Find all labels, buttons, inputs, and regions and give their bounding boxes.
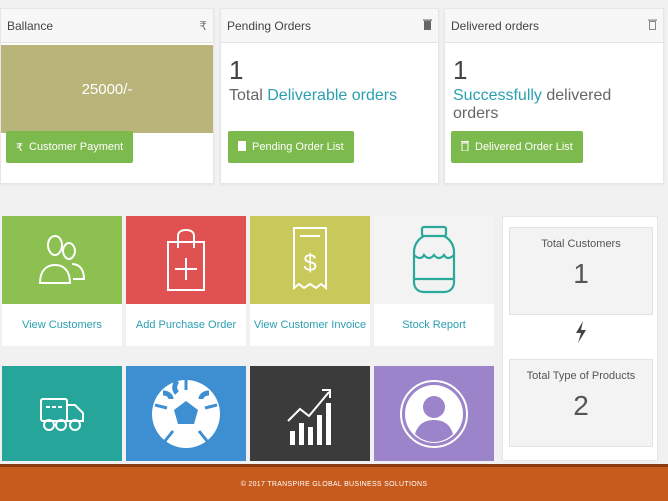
pending-accent: Deliverable orders xyxy=(267,87,398,104)
truck-icon xyxy=(40,397,84,431)
pending-order-list-label: Pending Order List xyxy=(252,141,344,153)
tile-delivery[interactable] xyxy=(2,366,122,461)
trash-icon xyxy=(648,19,657,33)
file-icon xyxy=(238,140,246,154)
tile-sports-color xyxy=(126,366,246,461)
soccer-ball-icon xyxy=(152,379,220,448)
total-products-box: Total Type of Products 2 xyxy=(509,359,653,447)
trash-icon xyxy=(461,140,469,154)
stats-panel: Total Customers 1 Total Type of Products… xyxy=(502,216,658,461)
delivered-orders-card: Delivered orders 1 Successfully delivere… xyxy=(444,8,664,184)
pending-card-header: Pending Orders xyxy=(221,9,438,43)
tile-view-customers-label: View Customers xyxy=(22,319,102,331)
tile-add-purchase-order-color xyxy=(126,216,246,304)
users-icon xyxy=(38,234,86,284)
total-customers-title: Total Customers xyxy=(541,238,621,250)
total-products-title: Total Type of Products xyxy=(526,370,636,382)
balance-amount: 25000/- xyxy=(81,80,133,98)
delivered-card-body: 1 Successfully delivered orders xyxy=(445,43,663,135)
pending-count: 1 xyxy=(229,55,244,85)
pending-order-list-button[interactable]: Pending Order List xyxy=(228,131,354,163)
delivered-count: 1 xyxy=(453,55,468,85)
user-icon xyxy=(400,379,468,448)
delivered-card-header: Delivered orders xyxy=(445,9,663,43)
invoice-icon: $ xyxy=(293,227,327,291)
svg-text:$: $ xyxy=(303,250,316,277)
bar-chart-icon xyxy=(287,388,331,445)
tile-profile[interactable] xyxy=(374,366,494,461)
tile-delivery-color xyxy=(2,366,122,461)
tile-stock-report-color xyxy=(374,216,494,304)
delivered-subline: Successfully delivered orders xyxy=(453,87,655,123)
tile-stock-report[interactable]: Stock Report xyxy=(374,216,494,346)
delivered-order-list-button[interactable]: Delivered Order List xyxy=(451,131,583,163)
jar-icon xyxy=(412,225,456,294)
shopping-bag-icon xyxy=(167,228,205,291)
balance-card-header: Ballance ₹ xyxy=(1,9,213,43)
tile-analytics[interactable] xyxy=(250,366,370,461)
tile-stock-report-label: Stock Report xyxy=(402,319,466,331)
balance-title: Ballance xyxy=(7,18,54,33)
total-customers-value: 1 xyxy=(573,258,589,289)
tile-view-customers[interactable]: View Customers xyxy=(2,216,122,346)
tile-sports[interactable] xyxy=(126,366,246,461)
lightning-icon xyxy=(503,321,659,349)
rupee-icon: ₹ xyxy=(199,18,207,33)
total-products-value: 2 xyxy=(573,390,589,421)
tile-view-customer-invoice[interactable]: $ View Customer Invoice xyxy=(250,216,370,346)
balance-amount-box: 25000/- xyxy=(1,45,213,133)
tile-view-customer-invoice-color: $ xyxy=(250,216,370,304)
pending-title: Pending Orders xyxy=(227,18,312,33)
tile-add-purchase-order[interactable]: Add Purchase Order xyxy=(126,216,246,346)
customer-payment-label: Customer Payment xyxy=(29,141,124,153)
pending-subline: Total Deliverable orders xyxy=(229,87,430,105)
total-customers-box: Total Customers 1 xyxy=(509,227,653,315)
footer-copyright: © 2017 TRANSPIRE GLOBAL BUSINESS SOLUTIO… xyxy=(240,480,428,488)
tile-view-customers-color xyxy=(2,216,122,304)
rupee-icon: ₹ xyxy=(16,141,23,154)
tile-view-customer-invoice-label: View Customer Invoice xyxy=(253,319,367,331)
balance-card: Ballance ₹ 25000/- ₹ Customer Payment xyxy=(0,8,214,184)
footer: © 2017 TRANSPIRE GLOBAL BUSINESS SOLUTIO… xyxy=(0,464,668,501)
delivered-order-list-label: Delivered Order List xyxy=(475,141,573,153)
pending-prefix: Total xyxy=(229,87,268,104)
customer-payment-button[interactable]: ₹ Customer Payment xyxy=(6,131,134,163)
trash-icon xyxy=(423,19,432,33)
tile-add-purchase-order-label: Add Purchase Order xyxy=(135,319,237,331)
tile-analytics-color xyxy=(250,366,370,461)
delivered-accent: Successfully xyxy=(453,87,542,104)
pending-orders-card: Pending Orders 1 Total Deliverable order… xyxy=(220,8,439,184)
delivered-title: Delivered orders xyxy=(451,18,540,33)
pending-card-body: 1 Total Deliverable orders xyxy=(221,43,438,117)
tile-profile-color xyxy=(374,366,494,461)
